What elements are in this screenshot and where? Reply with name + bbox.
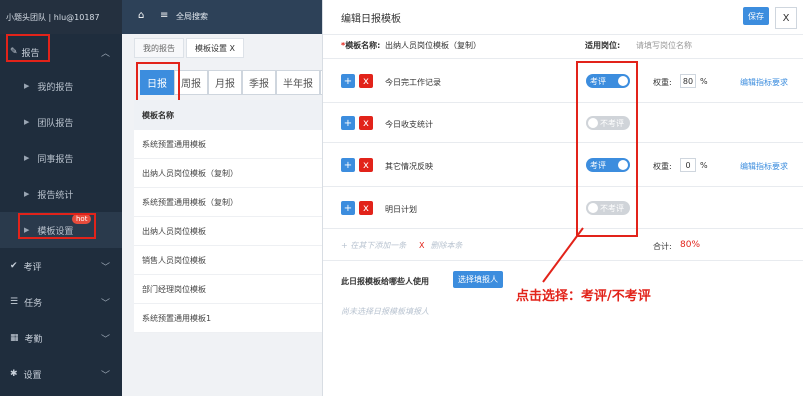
annotation-arrow (542, 227, 584, 283)
annotation-text: 点击选择：考评/不考评 (516, 289, 651, 304)
